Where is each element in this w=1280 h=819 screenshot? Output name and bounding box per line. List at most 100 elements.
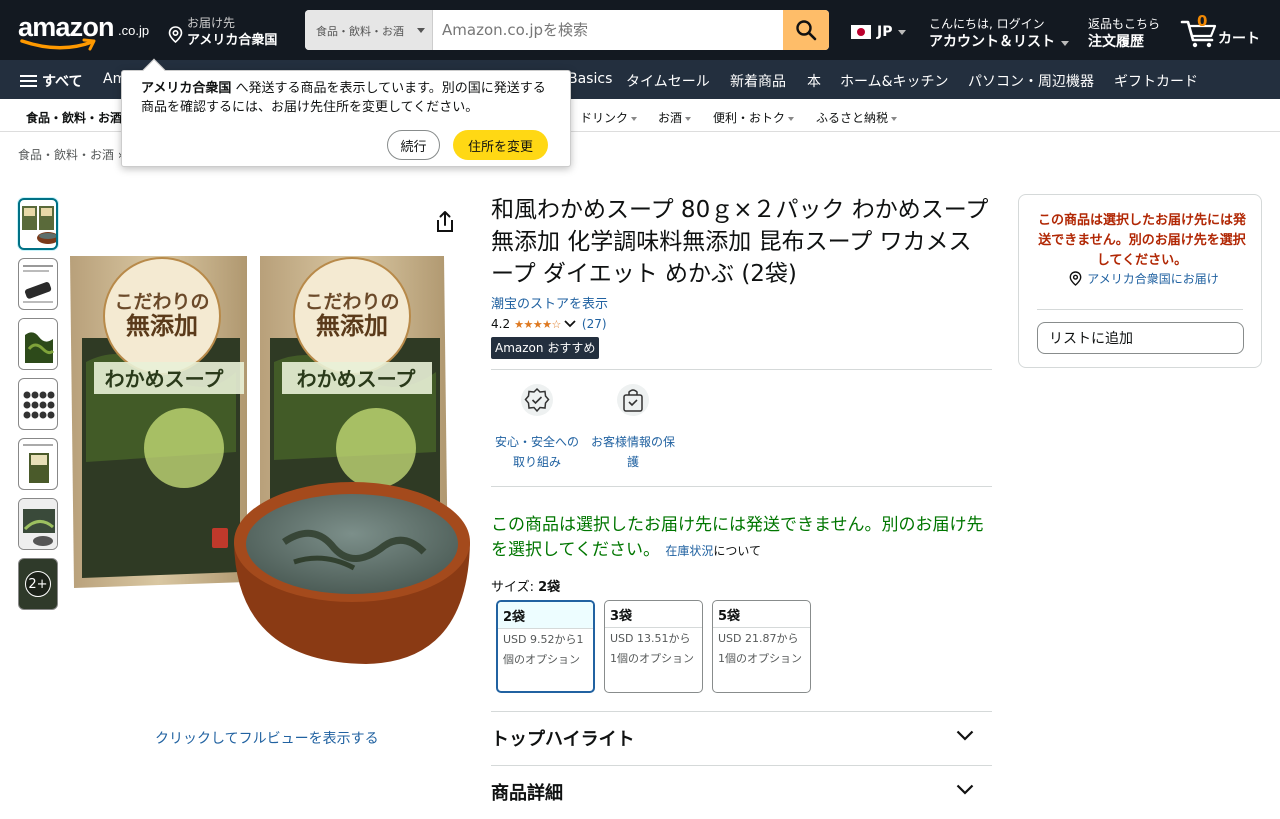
breadcrumb[interactable]: 食品・飲料・お酒 › xyxy=(18,146,123,163)
size-label-text: サイズ: xyxy=(491,580,539,595)
thumbnail-2[interactable] xyxy=(18,258,58,310)
all-menu-label: すべて xyxy=(42,74,83,90)
add-to-list-button[interactable]: リストに追加 xyxy=(1037,322,1244,354)
detail-accordion: トップハイライト 商品詳細 xyxy=(491,711,992,819)
language-selector[interactable]: JP xyxy=(851,24,907,40)
subnav-item-label: 便利・おトク xyxy=(713,111,786,125)
popover-country: アメリカ合衆国 xyxy=(141,81,232,96)
nav-item-basics[interactable]: Basics xyxy=(568,71,612,87)
chevron-down-icon[interactable] xyxy=(564,320,576,328)
product-thumbnail-image xyxy=(19,499,57,549)
thumbnail-4[interactable] xyxy=(18,378,58,430)
nav-item-new[interactable]: 新着商品 xyxy=(730,71,786,91)
safety-badge-icon xyxy=(521,384,553,416)
feature-privacy[interactable]: お客様情報の保護 xyxy=(587,384,679,472)
location-pin-icon xyxy=(1069,271,1082,286)
svg-text:わかめスープ: わかめスープ xyxy=(105,367,225,391)
ship-to-link[interactable]: アメリカ合衆国にお届け xyxy=(1039,270,1249,287)
caret-down-icon xyxy=(1061,41,1069,46)
trust-features: 安心・安全への取り組み お客様情報の保護 xyxy=(491,384,992,472)
divider xyxy=(491,486,992,487)
accordion-label: トップハイライト xyxy=(491,729,635,750)
svg-text:わかめスープ: わかめスープ xyxy=(297,367,417,391)
rating-value: 4.2 xyxy=(491,317,511,331)
svg-text:こだわりの: こだわりの xyxy=(114,291,209,313)
availability-message: この商品は選択したお届け先には発送できません。別のお届け先を選択してください。 … xyxy=(491,513,992,564)
search-input[interactable] xyxy=(433,10,783,50)
nav-item-giftcard[interactable]: ギフトカード xyxy=(1114,71,1198,91)
subnav-category-title[interactable]: 食品・飲料・お酒 xyxy=(26,109,122,126)
continue-button[interactable]: 続行 xyxy=(387,130,440,160)
size-option-price: USD 13.51から1個のオプション xyxy=(610,632,694,665)
size-label: サイズ: 2袋 xyxy=(491,576,992,595)
full-view-link[interactable]: クリックしてフルビューを表示する xyxy=(155,728,379,748)
location-pin-icon xyxy=(168,26,183,43)
caret-down-icon xyxy=(891,116,898,121)
all-menu-button[interactable]: すべて xyxy=(20,71,82,91)
rating-count-link[interactable]: (27) xyxy=(582,317,607,331)
search-category-select[interactable]: 食品・飲料・お酒 xyxy=(305,10,433,50)
subnav-item-deals[interactable]: 便利・おトク xyxy=(713,109,795,126)
share-icon[interactable] xyxy=(434,210,456,234)
delivery-location-popover: アメリカ合衆国 へ発送する商品を表示しています。別の国に発送する商品を確認するに… xyxy=(121,58,571,167)
chevron-down-icon xyxy=(956,730,974,741)
account-lists-text: アカウント＆リスト xyxy=(929,34,1055,50)
nav-item-timesale[interactable]: タイムセール xyxy=(626,71,710,91)
search-icon xyxy=(796,20,817,41)
subnav-item-drinks[interactable]: ドリンク xyxy=(580,109,638,126)
change-address-button[interactable]: 住所を変更 xyxy=(453,130,548,160)
dropdown-triangle-icon xyxy=(417,28,425,33)
hamburger-icon xyxy=(20,74,37,88)
more-images-count: 2+ xyxy=(25,571,51,597)
star-rating-icon[interactable]: ★★★★☆ xyxy=(514,318,561,331)
returns-orders[interactable]: 返品もこちら 注文履歴 xyxy=(1088,15,1160,51)
size-option-name: 3袋 xyxy=(605,601,702,628)
search-button[interactable] xyxy=(783,10,829,50)
subnav-item-label: ドリンク xyxy=(580,111,629,125)
feature-safety[interactable]: 安心・安全への取り組み xyxy=(491,384,583,472)
logo-suffix: .co.jp xyxy=(118,23,150,38)
nav-item-home-kitchen[interactable]: ホーム&キッチン xyxy=(840,71,949,91)
buy-box: この商品は選択したお届け先には発送できません。別のお届け先を選択してください。 … xyxy=(1018,194,1262,368)
popover-message: アメリカ合衆国 へ発送する商品を表示しています。別の国に発送する商品を確認するに… xyxy=(141,79,556,117)
cart-button[interactable]: 0 カート xyxy=(1180,12,1270,50)
feature-label: 安心・安全への取り組み xyxy=(494,435,579,469)
size-option-name: 2袋 xyxy=(498,602,593,629)
accordion-product-details[interactable]: 商品詳細 xyxy=(491,765,992,819)
size-option-2[interactable]: 2袋 USD 9.52から1個のオプション xyxy=(496,600,595,693)
store-link[interactable]: 潮宝のストアを表示 xyxy=(491,293,992,312)
account-menu[interactable]: こんにちは, ログイン アカウント＆リスト xyxy=(929,15,1069,51)
feature-label: お客様情報の保護 xyxy=(590,435,675,469)
size-options: 2袋 USD 9.52から1個のオプション 3袋 USD 13.51から1個のオ… xyxy=(496,600,992,693)
account-greeting: こんにちは, ログイン xyxy=(929,17,1045,31)
caret-down-icon xyxy=(788,116,795,121)
subnav-item-alcohol[interactable]: お酒 xyxy=(658,109,692,126)
divider xyxy=(491,369,992,370)
main-product-image[interactable]: こだわりの 無添加 わかめスープ こだわりの 無添加 わかめスープ xyxy=(64,252,470,668)
size-option-5[interactable]: 5袋 USD 21.87から1個のオプション xyxy=(712,600,811,693)
more-images-thumbnail[interactable]: 2+ xyxy=(18,558,58,610)
nav-item-books[interactable]: 本 xyxy=(807,71,821,91)
thumbnail-3[interactable] xyxy=(18,318,58,370)
secure-bag-icon xyxy=(617,384,649,416)
product-thumbnail-image xyxy=(23,391,55,419)
account-lists-label: アカウント＆リスト xyxy=(929,31,1069,51)
subnav-item-furusato[interactable]: ふるさと納税 xyxy=(816,109,898,126)
japan-flag-icon xyxy=(851,25,871,39)
rating-row: 4.2 ★★★★☆ (27) xyxy=(491,317,992,331)
product-info: 和風わかめスープ 80ｇ×２パック わかめスープ 無添加 化学調味料無添加 昆布… xyxy=(491,194,992,819)
nav-item-pc[interactable]: パソコン・周辺機器 xyxy=(968,71,1094,91)
thumbnail-6[interactable] xyxy=(18,498,58,550)
amazon-logo[interactable]: amazon .co.jp xyxy=(18,10,153,52)
search-bar: 食品・飲料・お酒 xyxy=(305,10,829,50)
caret-down-icon xyxy=(631,116,638,121)
thumbnail-5[interactable] xyxy=(18,438,58,490)
accordion-top-highlights[interactable]: トップハイライト xyxy=(491,711,992,765)
deliver-to[interactable]: お届け先 アメリカ合衆国 xyxy=(168,12,293,48)
caret-down-icon xyxy=(685,116,692,121)
thumbnail-1[interactable] xyxy=(18,198,58,250)
stock-status-link[interactable]: 在庫状況 xyxy=(665,544,713,558)
size-option-name: 5袋 xyxy=(713,601,810,628)
chevron-down-icon xyxy=(956,784,974,795)
size-option-3[interactable]: 3袋 USD 13.51から1個のオプション xyxy=(604,600,703,693)
